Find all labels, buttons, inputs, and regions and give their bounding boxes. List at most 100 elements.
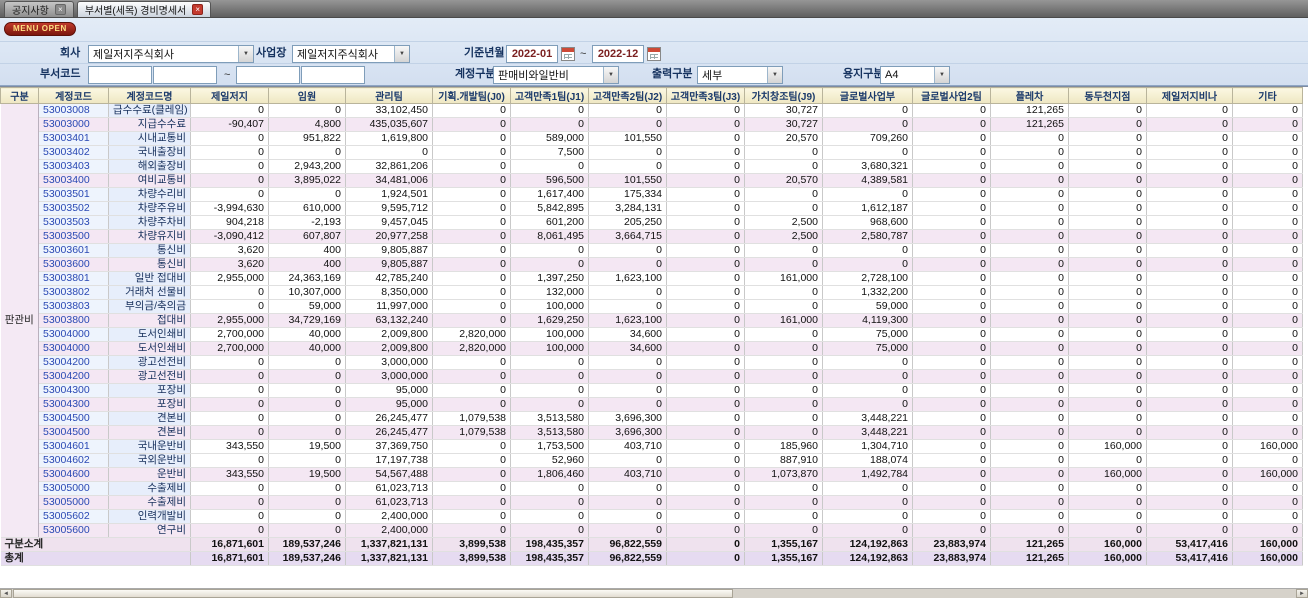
amount-cell[interactable]: 0 — [666, 299, 745, 314]
amount-cell[interactable]: 0 — [190, 523, 269, 538]
amount-cell[interactable]: 32,861,206 — [345, 159, 433, 174]
amount-cell[interactable]: 0 — [1146, 131, 1233, 146]
amount-cell[interactable]: 400 — [268, 257, 346, 272]
account-code-cell[interactable]: 53003601 — [38, 243, 109, 258]
amount-cell[interactable]: 0 — [1068, 243, 1147, 258]
amount-cell[interactable]: 0 — [432, 453, 511, 468]
amount-cell[interactable]: 0 — [1146, 299, 1233, 314]
amount-cell[interactable]: 9,805,887 — [345, 243, 433, 258]
amount-cell[interactable]: 0 — [432, 215, 511, 230]
amount-cell[interactable]: 403,710 — [588, 439, 667, 454]
amount-cell[interactable]: 0 — [1232, 131, 1303, 146]
amount-cell[interactable]: 0 — [744, 299, 823, 314]
amount-cell[interactable]: 0 — [666, 145, 745, 160]
amount-cell[interactable]: 3,895,022 — [268, 173, 346, 188]
account-name-cell[interactable]: 통신비 — [108, 243, 191, 258]
column-header[interactable]: 기획.개발팀(J0) — [432, 87, 511, 104]
amount-cell[interactable]: 24,363,169 — [268, 271, 346, 286]
amount-cell[interactable]: 0 — [432, 173, 511, 188]
amount-cell[interactable]: 0 — [190, 355, 269, 370]
amount-cell[interactable]: 59,000 — [822, 299, 913, 314]
account-code-cell[interactable]: 53003501 — [38, 187, 109, 202]
amount-cell[interactable]: 0 — [912, 411, 991, 426]
amount-cell[interactable]: 61,023,713 — [345, 495, 433, 510]
amount-cell[interactable]: 3,000,000 — [345, 369, 433, 384]
account-name-cell[interactable]: 국외운반비 — [108, 453, 191, 468]
amount-cell[interactable]: 0 — [666, 439, 745, 454]
amount-cell[interactable]: 161,000 — [744, 313, 823, 328]
amount-cell[interactable]: 1,623,100 — [588, 313, 667, 328]
amount-cell[interactable]: 34,600 — [588, 341, 667, 356]
amount-cell[interactable]: 0 — [510, 243, 589, 258]
amount-cell[interactable]: 0 — [990, 425, 1069, 440]
amount-cell[interactable]: 0 — [666, 313, 745, 328]
amount-cell[interactable]: 0 — [990, 453, 1069, 468]
amount-cell[interactable]: 0 — [588, 523, 667, 538]
amount-cell[interactable]: 0 — [510, 103, 589, 118]
account-code-cell[interactable]: 53005000 — [38, 495, 109, 510]
subtotal-row[interactable]: 53004200 광고선전비 0 0 3,000,000 0 0 0 0 0 0 0 0 0 0 0 — [1, 369, 1303, 384]
amount-cell[interactable]: 61,023,713 — [345, 481, 433, 496]
amount-cell[interactable]: 0 — [432, 285, 511, 300]
amount-cell[interactable]: 0 — [190, 411, 269, 426]
amount-cell[interactable]: 0 — [666, 103, 745, 118]
amount-cell[interactable]: 0 — [190, 481, 269, 496]
account-code-cell[interactable]: 53004600 — [38, 467, 109, 482]
amount-cell[interactable]: 0 — [822, 523, 913, 538]
amount-cell[interactable]: 0 — [1146, 187, 1233, 202]
column-header[interactable]: 구분 — [0, 87, 39, 104]
dept-name-to-input[interactable] — [301, 66, 365, 84]
amount-cell[interactable]: 2,009,800 — [345, 327, 433, 342]
amount-cell[interactable]: 1,492,784 — [822, 467, 913, 482]
amount-cell[interactable]: 0 — [510, 481, 589, 496]
amount-cell[interactable]: 0 — [268, 397, 346, 412]
table-row[interactable]: 53003801 일반 접대비 2,955,000 24,363,169 42,785,… — [1, 271, 1303, 286]
amount-cell[interactable]: 0 — [666, 173, 745, 188]
amount-cell[interactable]: 0 — [1146, 173, 1233, 188]
amount-cell[interactable]: 403,710 — [588, 467, 667, 482]
account-type-select[interactable]: 판매비와일반비 — [493, 66, 619, 84]
amount-cell[interactable]: 596,500 — [510, 173, 589, 188]
amount-cell[interactable]: 63,132,240 — [345, 313, 433, 328]
amount-cell[interactable]: 0 — [1068, 481, 1147, 496]
amount-cell[interactable]: 0 — [432, 103, 511, 118]
amount-cell[interactable]: 0 — [1068, 131, 1147, 146]
amount-cell[interactable]: 0 — [1068, 215, 1147, 230]
amount-cell[interactable]: 0 — [666, 355, 745, 370]
amount-cell[interactable]: 0 — [912, 369, 991, 384]
amount-cell[interactable]: 0 — [744, 285, 823, 300]
amount-cell[interactable]: 0 — [666, 187, 745, 202]
amount-cell[interactable]: 0 — [990, 173, 1069, 188]
amount-cell[interactable]: 0 — [1146, 201, 1233, 216]
table-row[interactable]: 53004500 견본비 0 0 26,245,477 1,079,538 3,513,58… — [1, 411, 1303, 426]
amount-cell[interactable]: 0 — [990, 439, 1069, 454]
table-row[interactable]: 53003401 시내교통비 0 951,822 1,619,800 0 589,000 10… — [1, 131, 1303, 146]
amount-cell[interactable]: 0 — [1232, 341, 1303, 356]
amount-cell[interactable]: 0 — [432, 187, 511, 202]
amount-cell[interactable]: 0 — [666, 369, 745, 384]
account-code-cell[interactable]: 53005600 — [38, 523, 109, 538]
amount-cell[interactable]: 0 — [666, 285, 745, 300]
amount-cell[interactable]: 0 — [510, 383, 589, 398]
scroll-right-arrow-icon[interactable]: ► — [1296, 589, 1308, 598]
amount-cell[interactable]: 0 — [268, 145, 346, 160]
amount-cell[interactable]: 0 — [588, 383, 667, 398]
amount-cell[interactable]: 2,943,200 — [268, 159, 346, 174]
amount-cell[interactable]: 0 — [190, 103, 269, 118]
amount-cell[interactable]: 0 — [1146, 229, 1233, 244]
amount-cell[interactable]: 20,570 — [744, 131, 823, 146]
amount-cell[interactable]: 3,513,580 — [510, 425, 589, 440]
amount-cell[interactable]: 3,513,580 — [510, 411, 589, 426]
amount-cell[interactable]: 0 — [1068, 285, 1147, 300]
amount-cell[interactable]: 0 — [990, 495, 1069, 510]
amount-cell[interactable]: 0 — [912, 313, 991, 328]
amount-cell[interactable]: 0 — [1232, 271, 1303, 286]
account-name-cell[interactable]: 포장비 — [108, 397, 191, 412]
column-header[interactable]: 고객만족2팀(J2) — [588, 87, 667, 104]
amount-cell[interactable]: 0 — [1232, 495, 1303, 510]
amount-cell[interactable]: 0 — [666, 467, 745, 482]
amount-cell[interactable]: -3,090,412 — [190, 229, 269, 244]
amount-cell[interactable]: 0 — [1232, 313, 1303, 328]
amount-cell[interactable]: 3,448,221 — [822, 425, 913, 440]
amount-cell[interactable]: 607,807 — [268, 229, 346, 244]
